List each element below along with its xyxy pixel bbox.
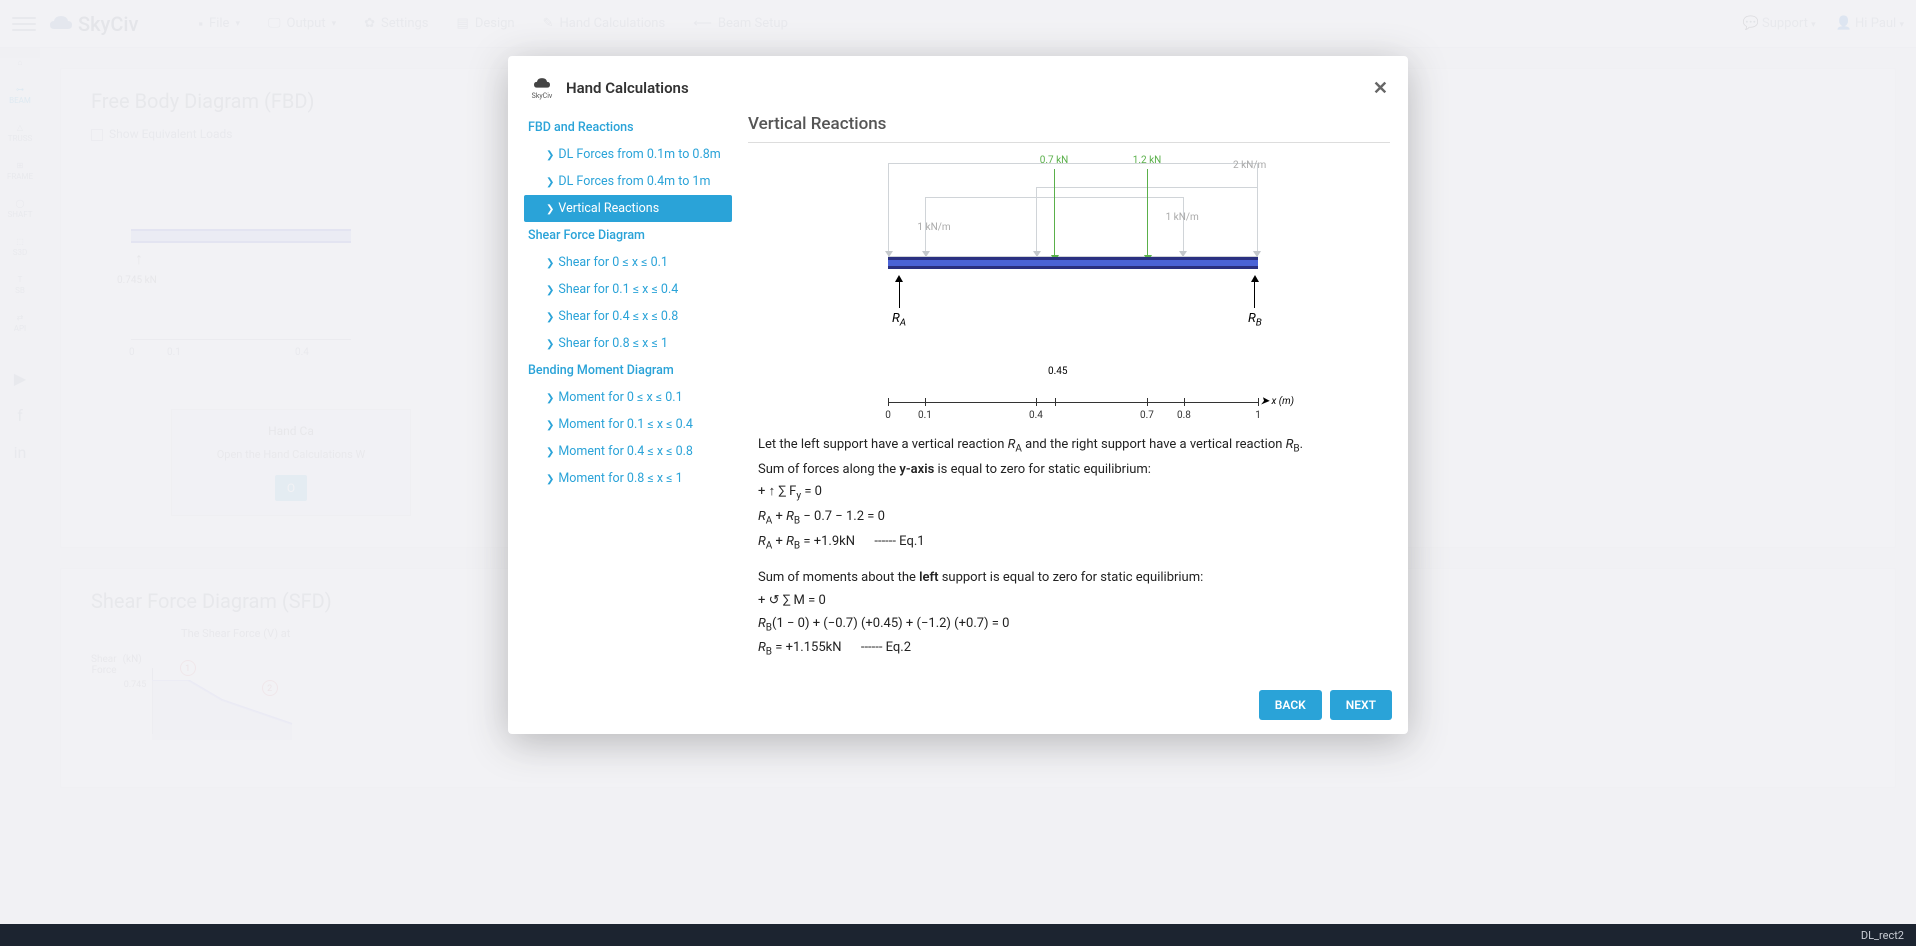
toc-shear-1[interactable]: ❯Shear for 0 ≤ x ≤ 0.1 [524, 249, 732, 276]
status-text: DL_rect2 [1861, 929, 1904, 942]
document-pane[interactable]: Vertical Reactions 1 kN/m 1 kN/m 2 kN/m … [748, 108, 1396, 678]
toc-shear-2[interactable]: ❯Shear for 0.1 ≤ x ≤ 0.4 [524, 276, 732, 303]
x-axis: 0 0.1 0.4 0.7 0.8 1 ➤ x (m) [888, 402, 1258, 403]
toc-moment-3[interactable]: ❯Moment for 0.4 ≤ x ≤ 0.8 [524, 438, 732, 465]
chevron-right-icon: ❯ [546, 312, 554, 323]
logo-icon [531, 76, 553, 92]
toc: FBD and Reactions ❯DL Forces from 0.1m t… [524, 108, 732, 678]
point-load-label: 1.2 kN [1133, 155, 1162, 166]
toc-vertical-reactions[interactable]: ❯Vertical Reactions [524, 195, 732, 222]
chevron-right-icon: ❯ [546, 339, 554, 350]
toc-shear-4[interactable]: ❯Shear for 0.8 ≤ x ≤ 1 [524, 330, 732, 357]
toc-section-fbd[interactable]: FBD and Reactions [524, 114, 732, 141]
load-label: 2 kN/m [1233, 160, 1266, 171]
toc-moment-2[interactable]: ❯Moment for 0.1 ≤ x ≤ 0.4 [524, 411, 732, 438]
dimension-label: 0.45 [1048, 366, 1068, 377]
toc-shear-3[interactable]: ❯Shear for 0.4 ≤ x ≤ 0.8 [524, 303, 732, 330]
toc-moment-1[interactable]: ❯Moment for 0 ≤ x ≤ 0.1 [524, 384, 732, 411]
modal-header: SkyCiv Hand Calculations ✕ [508, 74, 1408, 108]
chevron-right-icon: ❯ [546, 447, 554, 458]
close-icon[interactable]: ✕ [1373, 78, 1388, 99]
toc-dl-forces-2[interactable]: ❯DL Forces from 0.4m to 1m [524, 168, 732, 195]
point-load-label: 0.7 kN [1040, 155, 1069, 166]
hand-calculations-modal: SkyCiv Hand Calculations ✕ FBD and React… [508, 56, 1408, 734]
modal-footer: BACK NEXT [508, 678, 1408, 720]
back-button[interactable]: BACK [1259, 690, 1322, 720]
chevron-right-icon: ❯ [546, 150, 554, 161]
toc-section-sfd[interactable]: Shear Force Diagram [524, 222, 732, 249]
modal-title: Hand Calculations [566, 79, 689, 97]
chevron-right-icon: ❯ [546, 420, 554, 431]
reaction-b: RB [1248, 275, 1262, 329]
toc-section-bmd[interactable]: Bending Moment Diagram [524, 357, 732, 384]
chevron-right-icon: ❯ [546, 204, 554, 215]
chevron-right-icon: ❯ [546, 258, 554, 269]
toc-moment-4[interactable]: ❯Moment for 0.8 ≤ x ≤ 1 [524, 465, 732, 492]
toc-dl-forces-1[interactable]: ❯DL Forces from 0.1m to 0.8m [524, 141, 732, 168]
reaction-a: RA [892, 275, 906, 329]
modal-logo: SkyCiv [528, 74, 556, 102]
next-button[interactable]: NEXT [1330, 690, 1392, 720]
statusbar: DL_rect2 [0, 924, 1916, 946]
beam-diagram: 1 kN/m 1 kN/m 2 kN/m 0.7 kN 1.2 kN [788, 157, 1380, 417]
beam [888, 257, 1258, 269]
chevron-right-icon: ❯ [546, 474, 554, 485]
doc-title: Vertical Reactions [748, 108, 1390, 143]
chevron-right-icon: ❯ [546, 177, 554, 188]
calculation-text: Let the left support have a vertical rea… [748, 435, 1390, 678]
chevron-right-icon: ❯ [546, 285, 554, 296]
chevron-right-icon: ❯ [546, 393, 554, 404]
